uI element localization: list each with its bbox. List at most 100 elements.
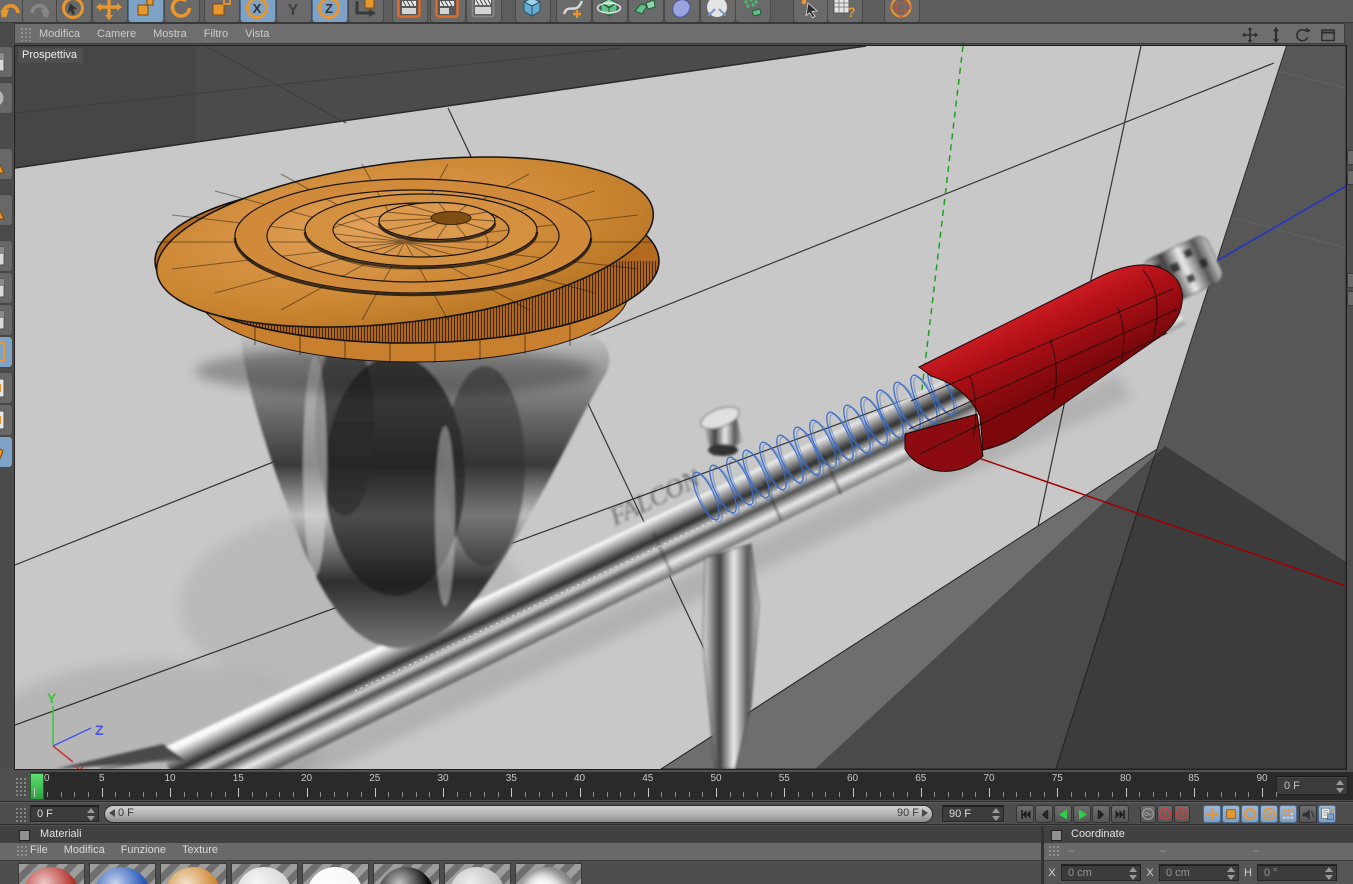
add-primitive-icon[interactable] [515,0,551,22]
live-selection-icon[interactable] [56,0,92,22]
texture-axis-mode-icon[interactable] [0,336,13,368]
lock-x-axis-icon[interactable]: X [240,0,276,22]
timeline-track[interactable]: 0 F 0 5 10 15 20 25 30 35 40 45 50 55 60 65 70 75 80 85 90 [30,772,1353,800]
silver-material-swatch[interactable] [444,863,511,884]
viewport-zoom-icon[interactable] [1267,26,1284,43]
edges-mode-icon[interactable] [0,272,13,304]
current-frame-marker[interactable] [30,773,44,800]
coordinate-field-x[interactable]: 0 cm [1159,864,1239,881]
white-material-swatch[interactable] [302,863,369,884]
orange-material-swatch[interactable] [160,863,227,884]
spinner-icon[interactable] [991,808,1000,821]
panel-icon[interactable] [19,830,30,841]
chrome-material-swatch[interactable] [515,863,582,884]
viewport-menu-vista[interactable]: Vista [245,28,269,40]
make-editable-icon[interactable] [0,46,13,78]
coordinate-field-h[interactable]: 0 ° [1257,864,1337,881]
viewport-menu-camere[interactable]: Camere [97,28,136,40]
collapsed-tab[interactable] [1347,291,1353,306]
add-scene-object-icon[interactable] [700,0,736,22]
object-axis-mode-icon[interactable] [0,372,13,404]
panel-grip[interactable] [15,807,28,822]
light-gray-material-swatch[interactable] [231,863,298,884]
content-browser-icon[interactable] [884,0,920,22]
viewport-maximize-icon[interactable] [1319,26,1336,43]
animation-help-button[interactable]: ? [1174,805,1190,823]
record-keyframe-button[interactable] [1140,805,1156,823]
model-axis-mode-icon[interactable] [0,404,13,436]
record-scale-toggle[interactable] [1222,805,1240,823]
collapsed-tab[interactable] [1347,170,1353,185]
panel-grip[interactable] [20,27,33,41]
coordinate-system-icon[interactable] [348,0,384,22]
display-filter-icon[interactable]: ? [827,0,863,22]
autokey-button[interactable] [1157,805,1173,823]
texture-mode-icon[interactable] [0,148,13,180]
panel-grip[interactable] [1048,845,1061,857]
add-spline-icon[interactable] [556,0,592,22]
scale-tool-icon[interactable] [128,0,164,22]
add-modeling-object-icon[interactable] [628,0,664,22]
materials-menu-modifica[interactable]: Modifica [64,844,105,856]
viewport-rotate-icon[interactable] [1293,26,1310,43]
viewport-pan-icon[interactable] [1241,26,1258,43]
previous-frame-button[interactable] [1035,805,1053,823]
record-rotation-toggle[interactable] [1241,805,1259,823]
panel-grip[interactable] [15,777,28,797]
red-material-swatch[interactable] [18,863,85,884]
viewport-menu-modifica[interactable]: Modifica [39,28,80,40]
materials-menu-file[interactable]: File [30,844,48,856]
polygons-mode-icon[interactable] [0,304,13,336]
collapsed-tab[interactable] [1347,150,1353,165]
record-position-toggle[interactable] [1203,805,1221,823]
viewport-menu-filtro[interactable]: Filtro [204,28,228,40]
current-frame-spinner[interactable]: 0 F [30,805,99,822]
record-parameter-toggle[interactable]: P [1260,805,1278,823]
collapsed-tab[interactable] [1347,273,1353,288]
end-frame-spinner[interactable]: 90 F [942,805,1004,822]
current-frame-field[interactable]: 0 F [1276,776,1348,795]
lock-z-axis-icon[interactable]: Z [312,0,348,22]
materials-menu-texture[interactable]: Texture [182,844,218,856]
coordinate-field-x[interactable]: 0 cm [1061,864,1141,881]
axis-modifier-icon[interactable] [0,436,13,468]
go-to-start-button[interactable] [1016,805,1034,823]
panel-icon[interactable] [1051,830,1062,841]
rotate-tool-icon[interactable] [164,0,200,22]
spinner-icon[interactable] [86,808,95,821]
sound-button[interactable] [1299,805,1317,823]
black-material-swatch[interactable] [373,863,440,884]
add-generator-icon[interactable] [592,0,628,22]
timeline-ruler[interactable]: 0 F 0 5 10 15 20 25 30 35 40 45 50 55 60 65 70 75 80 85 90 [0,772,1353,802]
render-preview-button[interactable] [1318,805,1336,823]
blue-material-swatch[interactable] [89,863,156,884]
selection-filter-icon[interactable] [793,0,829,22]
lock-y-axis-icon[interactable]: Y [276,0,312,22]
go-to-end-button[interactable] [1111,805,1129,823]
model-mode-icon[interactable] [0,82,13,114]
play-backward-button[interactable] [1054,805,1072,823]
next-frame-button[interactable] [1092,805,1110,823]
viewport-3d[interactable]: FALCON USA Y Z Prospettiva [0,40,1347,819]
viewport-menu-mostra[interactable]: Mostra [153,28,187,40]
move-tool-icon[interactable] [92,0,128,22]
spinner-icon[interactable] [1128,867,1137,880]
spinner-icon[interactable] [1335,780,1344,793]
render-settings-icon[interactable] [466,0,502,22]
add-particles-icon[interactable] [735,0,771,22]
redo-icon[interactable] [22,0,58,22]
add-deformer-icon[interactable] [664,0,700,22]
materials-menu-funzione[interactable]: Funzione [121,844,166,856]
render-active-objects-icon[interactable] [430,0,466,22]
spinner-icon[interactable] [1324,867,1333,880]
workplane-mode-icon[interactable] [0,194,13,226]
spinner-icon[interactable] [1226,867,1235,880]
object-scale-icon[interactable] [204,0,240,22]
panel-grip[interactable] [16,845,29,857]
coordinate-label-h: H [1244,866,1252,879]
points-mode-icon[interactable] [0,240,13,272]
record-point-level-toggle[interactable] [1279,805,1297,823]
play-forward-button[interactable] [1073,805,1091,823]
render-view-icon[interactable] [392,0,428,22]
timeline-power-slider[interactable]: 0 F 90 F [104,805,933,823]
